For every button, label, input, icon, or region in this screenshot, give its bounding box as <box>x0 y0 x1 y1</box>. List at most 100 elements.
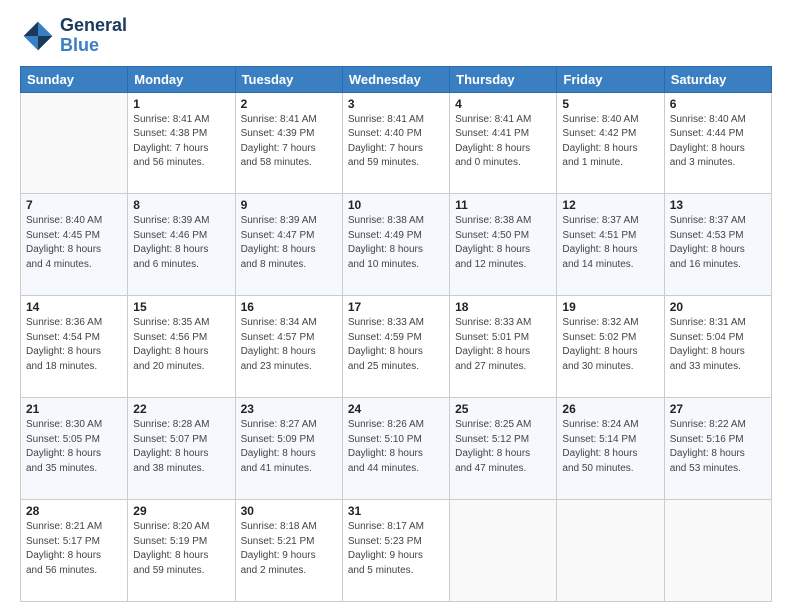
calendar-header-thursday: Thursday <box>450 66 557 92</box>
calendar-cell: 26 Sunrise: 8:24 AM Sunset: 5:14 PM Dayli… <box>557 398 664 500</box>
calendar-header-sunday: Sunday <box>21 66 128 92</box>
calendar-cell: 17 Sunrise: 8:33 AM Sunset: 4:59 PM Dayli… <box>342 296 449 398</box>
calendar-header-wednesday: Wednesday <box>342 66 449 92</box>
day-number: 20 <box>670 300 766 314</box>
day-info: Sunrise: 8:18 AM Sunset: 5:21 PM Dayligh… <box>241 520 337 578</box>
day-info: Sunrise: 8:21 AM Sunset: 5:17 PM Dayligh… <box>26 520 122 578</box>
calendar-cell: 30 Sunrise: 8:18 AM Sunset: 5:21 PM Dayli… <box>235 500 342 602</box>
day-info: Sunrise: 8:39 AM Sunset: 4:46 PM Dayligh… <box>133 214 229 272</box>
calendar-week-row: 28 Sunrise: 8:21 AM Sunset: 5:17 PM Dayli… <box>21 500 772 602</box>
day-info: Sunrise: 8:27 AM Sunset: 5:09 PM Dayligh… <box>241 418 337 476</box>
day-info: Sunrise: 8:26 AM Sunset: 5:10 PM Dayligh… <box>348 418 444 476</box>
calendar-cell: 19Sunrise: 8:32 AM Sunset: 5:02 PM Dayli… <box>557 296 664 398</box>
calendar-cell: 11 Sunrise: 8:38 AM Sunset: 4:50 PM Dayli… <box>450 194 557 296</box>
calendar-cell: 31 Sunrise: 8:17 AM Sunset: 5:23 PM Dayli… <box>342 500 449 602</box>
calendar-cell: 22 Sunrise: 8:28 AM Sunset: 5:07 PM Dayli… <box>128 398 235 500</box>
day-number: 9 <box>241 198 337 212</box>
calendar-cell: 12 Sunrise: 8:37 AM Sunset: 4:51 PM Dayli… <box>557 194 664 296</box>
calendar-cell: 25Sunrise: 8:25 AM Sunset: 5:12 PM Dayli… <box>450 398 557 500</box>
calendar-cell: 18 Sunrise: 8:33 AM Sunset: 5:01 PM Dayli… <box>450 296 557 398</box>
day-info: Sunrise: 8:22 AM Sunset: 5:16 PM Dayligh… <box>670 418 766 476</box>
day-info: Sunrise: 8:28 AM Sunset: 5:07 PM Dayligh… <box>133 418 229 476</box>
day-info: Sunrise: 8:41 AM Sunset: 4:41 PM Dayligh… <box>455 113 551 171</box>
day-number: 27 <box>670 402 766 416</box>
calendar-cell: 29 Sunrise: 8:20 AM Sunset: 5:19 PM Dayli… <box>128 500 235 602</box>
day-info: Sunrise: 8:41 AM Sunset: 4:40 PM Dayligh… <box>348 113 444 171</box>
day-number: 21 <box>26 402 122 416</box>
day-number: 14 <box>26 300 122 314</box>
page: General Blue SundayMondayTuesdayWednesda… <box>0 0 792 612</box>
day-info: Sunrise: 8:38 AM Sunset: 4:50 PM Dayligh… <box>455 214 551 272</box>
calendar-week-row: 14 Sunrise: 8:36 AM Sunset: 4:54 PM Dayli… <box>21 296 772 398</box>
day-number: 17 <box>348 300 444 314</box>
calendar-cell: 7 Sunrise: 8:40 AM Sunset: 4:45 PM Daylig… <box>21 194 128 296</box>
calendar-cell: 20 Sunrise: 8:31 AM Sunset: 5:04 PM Dayli… <box>664 296 771 398</box>
calendar-cell: 21 Sunrise: 8:30 AM Sunset: 5:05 PM Dayli… <box>21 398 128 500</box>
day-number: 11 <box>455 198 551 212</box>
day-info: Sunrise: 8:33 AM Sunset: 4:59 PM Dayligh… <box>348 316 444 374</box>
day-number: 29 <box>133 504 229 518</box>
calendar-cell: 27 Sunrise: 8:22 AM Sunset: 5:16 PM Dayli… <box>664 398 771 500</box>
day-number: 31 <box>348 504 444 518</box>
day-info: Sunrise: 8:31 AM Sunset: 5:04 PM Dayligh… <box>670 316 766 374</box>
day-info: Sunrise: 8:24 AM Sunset: 5:14 PM Dayligh… <box>562 418 658 476</box>
calendar-header-friday: Friday <box>557 66 664 92</box>
calendar-cell: 24 Sunrise: 8:26 AM Sunset: 5:10 PM Dayli… <box>342 398 449 500</box>
calendar-cell <box>557 500 664 602</box>
calendar-cell: 6 Sunrise: 8:40 AM Sunset: 4:44 PM Daylig… <box>664 92 771 194</box>
day-info: Sunrise: 8:35 AM Sunset: 4:56 PM Dayligh… <box>133 316 229 374</box>
calendar-table: SundayMondayTuesdayWednesdayThursdayFrid… <box>20 66 772 602</box>
day-number: 18 <box>455 300 551 314</box>
calendar-cell: 8 Sunrise: 8:39 AM Sunset: 4:46 PM Daylig… <box>128 194 235 296</box>
header: General Blue <box>20 16 772 56</box>
calendar-cell: 28 Sunrise: 8:21 AM Sunset: 5:17 PM Dayli… <box>21 500 128 602</box>
day-number: 26 <box>562 402 658 416</box>
day-info: Sunrise: 8:17 AM Sunset: 5:23 PM Dayligh… <box>348 520 444 578</box>
day-number: 30 <box>241 504 337 518</box>
day-info: Sunrise: 8:40 AM Sunset: 4:45 PM Dayligh… <box>26 214 122 272</box>
logo-text: General Blue <box>60 16 127 56</box>
day-number: 22 <box>133 402 229 416</box>
day-info: Sunrise: 8:37 AM Sunset: 4:53 PM Dayligh… <box>670 214 766 272</box>
day-number: 19 <box>562 300 658 314</box>
day-info: Sunrise: 8:37 AM Sunset: 4:51 PM Dayligh… <box>562 214 658 272</box>
calendar-header-saturday: Saturday <box>664 66 771 92</box>
calendar-week-row: 7 Sunrise: 8:40 AM Sunset: 4:45 PM Daylig… <box>21 194 772 296</box>
day-info: Sunrise: 8:30 AM Sunset: 5:05 PM Dayligh… <box>26 418 122 476</box>
day-number: 1 <box>133 97 229 111</box>
day-number: 24 <box>348 402 444 416</box>
calendar-cell: 23 Sunrise: 8:27 AM Sunset: 5:09 PM Dayli… <box>235 398 342 500</box>
day-info: Sunrise: 8:41 AM Sunset: 4:38 PM Dayligh… <box>133 113 229 171</box>
calendar-cell: 2Sunrise: 8:41 AM Sunset: 4:39 PM Daylig… <box>235 92 342 194</box>
calendar-week-row: 21 Sunrise: 8:30 AM Sunset: 5:05 PM Dayli… <box>21 398 772 500</box>
day-number: 6 <box>670 97 766 111</box>
day-number: 15 <box>133 300 229 314</box>
calendar-header-tuesday: Tuesday <box>235 66 342 92</box>
day-number: 8 <box>133 198 229 212</box>
calendar-week-row: 1 Sunrise: 8:41 AM Sunset: 4:38 PM Daylig… <box>21 92 772 194</box>
day-info: Sunrise: 8:40 AM Sunset: 4:44 PM Dayligh… <box>670 113 766 171</box>
day-info: Sunrise: 8:41 AM Sunset: 4:39 PM Dayligh… <box>241 113 337 171</box>
calendar-cell: 16Sunrise: 8:34 AM Sunset: 4:57 PM Dayli… <box>235 296 342 398</box>
logo: General Blue <box>20 16 127 56</box>
calendar-cell: 13 Sunrise: 8:37 AM Sunset: 4:53 PM Dayli… <box>664 194 771 296</box>
calendar-cell <box>21 92 128 194</box>
day-number: 13 <box>670 198 766 212</box>
day-number: 10 <box>348 198 444 212</box>
calendar-cell: 4 Sunrise: 8:41 AM Sunset: 4:41 PM Daylig… <box>450 92 557 194</box>
day-info: Sunrise: 8:33 AM Sunset: 5:01 PM Dayligh… <box>455 316 551 374</box>
day-info: Sunrise: 8:20 AM Sunset: 5:19 PM Dayligh… <box>133 520 229 578</box>
calendar-header-row: SundayMondayTuesdayWednesdayThursdayFrid… <box>21 66 772 92</box>
day-number: 4 <box>455 97 551 111</box>
calendar-cell: 14 Sunrise: 8:36 AM Sunset: 4:54 PM Dayli… <box>21 296 128 398</box>
calendar-header-monday: Monday <box>128 66 235 92</box>
calendar-cell: 9 Sunrise: 8:39 AM Sunset: 4:47 PM Daylig… <box>235 194 342 296</box>
day-number: 12 <box>562 198 658 212</box>
day-number: 28 <box>26 504 122 518</box>
day-number: 7 <box>26 198 122 212</box>
calendar-cell: 3Sunrise: 8:41 AM Sunset: 4:40 PM Daylig… <box>342 92 449 194</box>
day-number: 23 <box>241 402 337 416</box>
day-info: Sunrise: 8:36 AM Sunset: 4:54 PM Dayligh… <box>26 316 122 374</box>
calendar-cell: 10Sunrise: 8:38 AM Sunset: 4:49 PM Dayli… <box>342 194 449 296</box>
day-info: Sunrise: 8:39 AM Sunset: 4:47 PM Dayligh… <box>241 214 337 272</box>
